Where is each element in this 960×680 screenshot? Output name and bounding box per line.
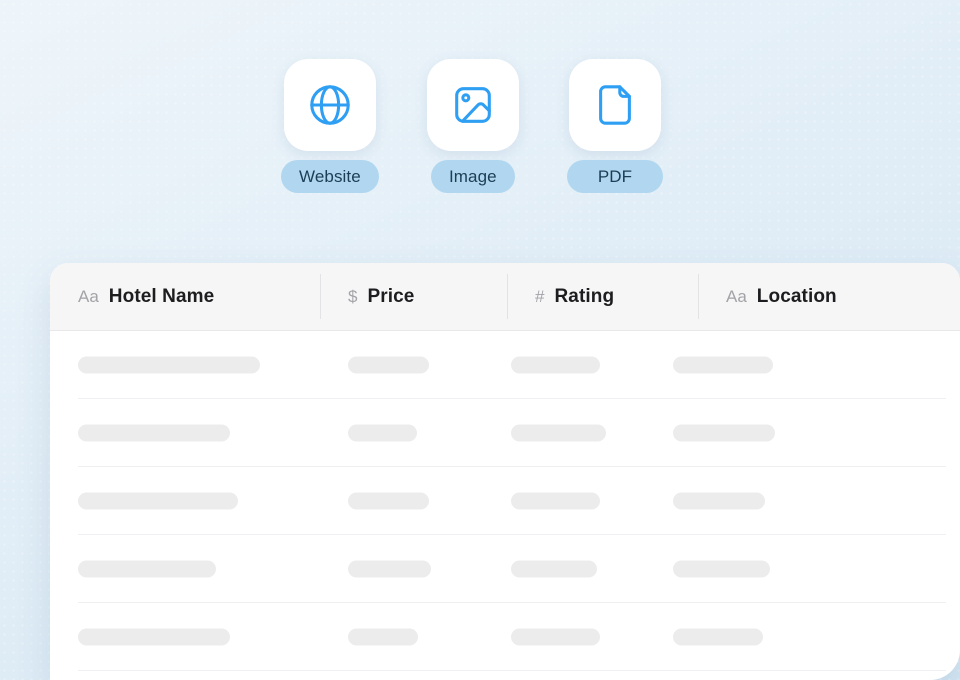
skeleton-bar	[511, 357, 600, 374]
source-badge-website: Website	[281, 160, 379, 193]
table-row	[50, 399, 960, 467]
table-panel: Aa Hotel Name $ Price # Rating Aa Locati…	[50, 263, 960, 680]
table-row	[50, 535, 960, 603]
currency-type-icon: $	[348, 288, 357, 305]
number-type-icon: #	[535, 288, 544, 305]
skeleton-bar	[673, 629, 763, 646]
source-card-image[interactable]	[427, 59, 519, 151]
source-badge-label: Website	[299, 167, 361, 187]
skeleton-bar	[511, 561, 597, 578]
skeleton-bar	[511, 629, 600, 646]
column-label: Price	[367, 287, 414, 306]
image-icon	[450, 82, 496, 128]
file-icon	[592, 82, 638, 128]
skeleton-bar	[511, 493, 600, 510]
skeleton-bar	[78, 493, 238, 510]
table-body	[50, 331, 960, 671]
skeleton-bar	[348, 561, 431, 578]
column-label: Rating	[554, 287, 614, 306]
table-row	[50, 331, 960, 399]
source-card-website[interactable]	[284, 59, 376, 151]
table-row	[50, 467, 960, 535]
source-group-website: Website	[281, 59, 379, 193]
column-header-hotel-name[interactable]: Aa Hotel Name	[50, 263, 320, 330]
source-group-image: Image	[427, 59, 519, 193]
source-type-row: Website Image PDF	[281, 59, 663, 193]
table-header: Aa Hotel Name $ Price # Rating Aa Locati…	[50, 263, 960, 331]
globe-icon	[307, 82, 353, 128]
skeleton-bar	[78, 561, 216, 578]
source-badge-image: Image	[431, 160, 515, 193]
column-header-price[interactable]: $ Price	[320, 263, 507, 330]
skeleton-bar	[348, 357, 429, 374]
skeleton-bar	[348, 493, 429, 510]
column-header-rating[interactable]: # Rating	[507, 263, 698, 330]
skeleton-bar	[78, 629, 230, 646]
source-card-pdf[interactable]	[569, 59, 661, 151]
skeleton-bar	[511, 425, 606, 442]
skeleton-bar	[673, 425, 775, 442]
source-badge-pdf: PDF	[567, 160, 663, 193]
source-group-pdf: PDF	[567, 59, 663, 193]
source-badge-label: PDF	[598, 167, 632, 187]
column-label: Location	[757, 287, 837, 306]
skeleton-bar	[673, 561, 770, 578]
skeleton-bar	[673, 493, 765, 510]
skeleton-bar	[348, 629, 418, 646]
skeleton-bar	[78, 425, 230, 442]
skeleton-bar	[78, 357, 260, 374]
text-type-icon: Aa	[78, 288, 99, 305]
source-badge-label: Image	[449, 167, 497, 187]
table-row	[50, 603, 960, 671]
text-type-icon: Aa	[726, 288, 747, 305]
skeleton-bar	[673, 357, 773, 374]
column-header-location[interactable]: Aa Location	[698, 263, 960, 330]
skeleton-bar	[348, 425, 417, 442]
column-label: Hotel Name	[109, 287, 215, 306]
